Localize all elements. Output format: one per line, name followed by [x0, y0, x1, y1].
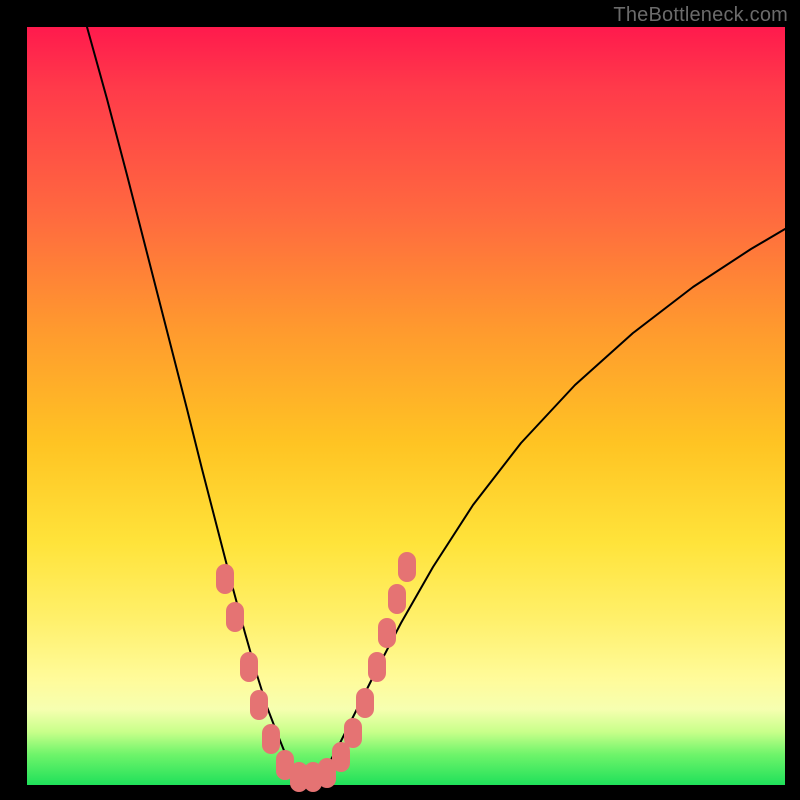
- outer-frame: TheBottleneck.com: [0, 0, 800, 800]
- series-right-branch: [327, 229, 785, 767]
- curve-layer: [27, 27, 785, 785]
- lozenge-marker: [332, 742, 350, 772]
- marker-lozenges: [216, 552, 416, 792]
- curve-lines: [87, 27, 785, 777]
- series-left-branch: [87, 27, 292, 767]
- lozenge-marker: [216, 564, 234, 594]
- lozenge-marker: [368, 652, 386, 682]
- lozenge-marker: [262, 724, 280, 754]
- lozenge-marker: [378, 618, 396, 648]
- lozenge-marker: [250, 690, 268, 720]
- watermark-text: TheBottleneck.com: [613, 4, 788, 27]
- lozenge-marker: [356, 688, 374, 718]
- lozenge-marker: [344, 718, 362, 748]
- lozenge-marker: [398, 552, 416, 582]
- lozenge-marker: [240, 652, 258, 682]
- lozenge-marker: [388, 584, 406, 614]
- lozenge-marker: [226, 602, 244, 632]
